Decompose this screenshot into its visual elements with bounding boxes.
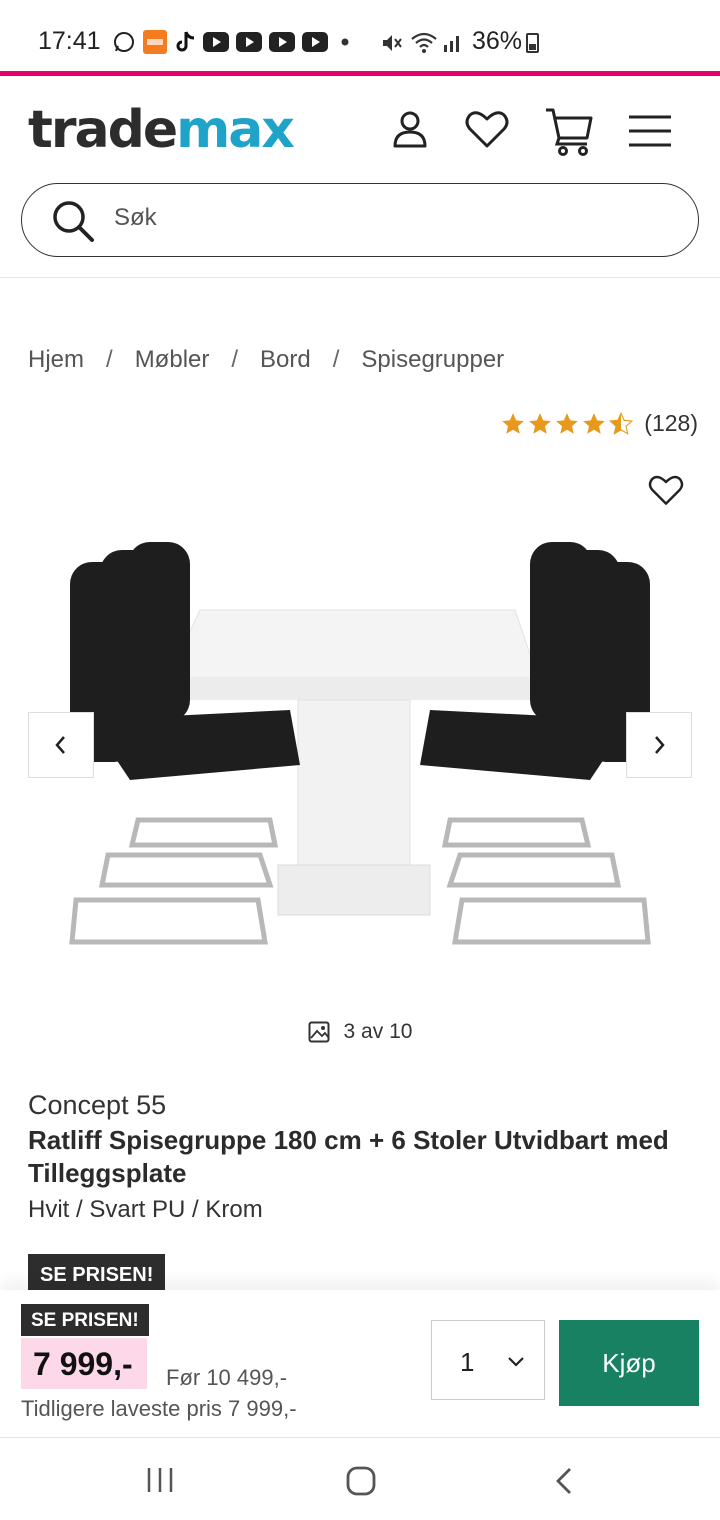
search-bar[interactable] <box>21 183 699 257</box>
tiktok-icon <box>176 31 195 52</box>
brand-accent-line <box>0 71 720 76</box>
breadcrumb-separator: / <box>332 346 340 373</box>
signal-icon <box>444 36 459 52</box>
quantity-select[interactable]: 1 <box>431 1320 545 1400</box>
search-icon <box>53 201 94 242</box>
star-icon <box>529 412 552 434</box>
chevron-left-icon <box>55 736 65 754</box>
heart-icon[interactable] <box>462 104 512 154</box>
star-icon <box>583 412 606 434</box>
previous-image-button[interactable] <box>28 712 94 778</box>
sticky-buy-bar: SE PRISEN! 7 999,- Før 10 499,- Tidliger… <box>0 1290 720 1438</box>
se-prisen-badge: SE PRISEN! <box>28 1254 166 1295</box>
se-prisen-badge: SE PRISEN! <box>21 1304 149 1336</box>
back-icon[interactable] <box>553 1467 575 1495</box>
youtube-icon <box>236 32 262 52</box>
product-brand[interactable]: Concept 55 <box>28 1090 166 1121</box>
image-counter: 3 av 10 <box>0 1020 720 1044</box>
cart-icon[interactable] <box>543 104 597 158</box>
favorite-product-icon[interactable] <box>646 470 686 510</box>
image-icon <box>308 1021 330 1043</box>
review-count: (128) <box>644 410 698 436</box>
account-icon[interactable] <box>385 104 435 154</box>
chevron-right-icon <box>655 736 665 754</box>
product-variant: Hvit / Svart PU / Krom <box>28 1196 263 1223</box>
breadcrumb: Hjem / Møbler / Bord / Spisegrupper <box>28 346 504 374</box>
status-bar: 17:41 36% <box>0 0 720 72</box>
temu-icon <box>143 30 167 54</box>
dot-icon <box>341 38 349 46</box>
breadcrumb-spisegrupper[interactable]: Spisegrupper <box>361 346 504 374</box>
header-divider <box>0 277 720 278</box>
youtube-icon <box>302 32 328 52</box>
before-price: Før 10 499,- <box>166 1365 288 1390</box>
breadcrumb-mobler[interactable]: Møbler <box>135 346 210 374</box>
trademax-logo[interactable]: trademax <box>28 100 295 160</box>
quantity-value: 1 <box>460 1347 475 1377</box>
breadcrumb-separator: / <box>106 346 113 373</box>
next-image-button[interactable] <box>626 712 692 778</box>
battery-icon <box>526 33 539 53</box>
lowest-price-note: Tidligere laveste pris 7 999,- <box>21 1396 297 1421</box>
chevron-down-icon <box>508 1357 524 1367</box>
product-image[interactable] <box>60 520 660 970</box>
search-input[interactable] <box>114 204 654 232</box>
wifi-icon <box>411 32 437 53</box>
half-star-icon <box>609 411 634 435</box>
breadcrumb-separator: / <box>231 346 239 373</box>
breadcrumb-bord[interactable]: Bord <box>260 346 311 374</box>
youtube-icon <box>269 32 295 52</box>
whatsapp-icon <box>114 32 134 52</box>
notification-icons <box>112 30 355 54</box>
home-icon[interactable] <box>346 1466 376 1496</box>
mute-icon <box>383 35 402 51</box>
status-time: 17:41 <box>38 27 101 55</box>
star-icon <box>556 412 579 434</box>
youtube-icon <box>203 32 229 52</box>
menu-icon[interactable] <box>627 104 673 154</box>
image-counter-text: 3 av 10 <box>343 1020 413 1043</box>
product-title: Ratliff Spisegruppe 180 cm + 6 Stoler Ut… <box>28 1125 669 1188</box>
product-rating[interactable]: (128) <box>500 410 698 437</box>
recents-icon[interactable] <box>146 1467 174 1493</box>
price: 7 999,- <box>21 1338 147 1389</box>
buy-button[interactable]: Kjøp <box>559 1320 699 1406</box>
logo-text-trade: trade <box>28 100 178 160</box>
rating-stars <box>500 411 634 437</box>
star-icon <box>502 412 525 434</box>
logo-text-max: max <box>176 100 295 160</box>
breadcrumb-hjem[interactable]: Hjem <box>28 346 84 374</box>
android-navigation-bar <box>0 1440 720 1520</box>
battery-percent: 36% <box>472 27 523 55</box>
